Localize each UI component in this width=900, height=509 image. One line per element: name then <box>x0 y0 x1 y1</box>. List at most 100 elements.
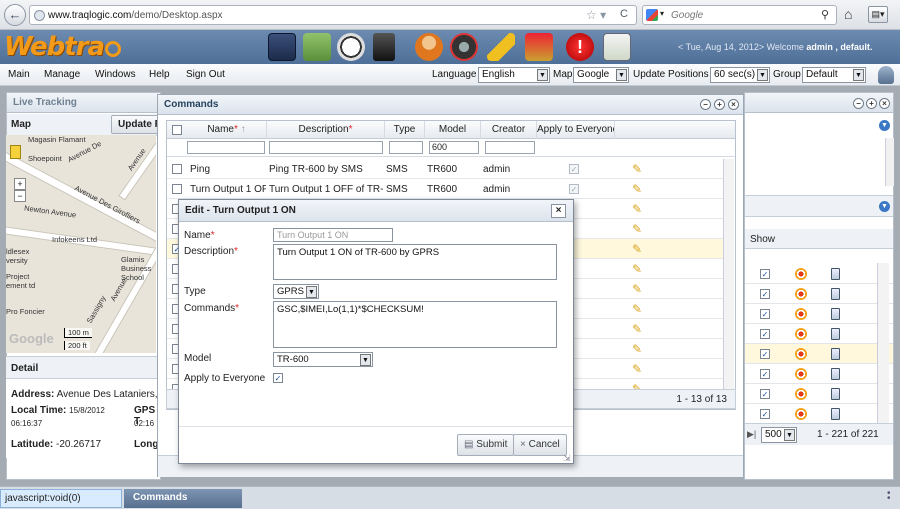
locate-icon[interactable] <box>795 368 807 380</box>
search-icon[interactable]: ⚲ <box>821 8 829 21</box>
minimize-icon[interactable]: − <box>700 99 711 110</box>
model-select[interactable]: TR-600 ▼ <box>273 352 373 367</box>
locate-icon[interactable] <box>795 408 807 420</box>
locate-icon[interactable] <box>795 268 807 280</box>
show-checkbox[interactable]: ✓ <box>760 349 770 359</box>
menu-windows[interactable]: Windows <box>95 69 136 80</box>
address-bar[interactable]: www.traqlogic.com/demo/Desktop.aspx ☆ ▾ … <box>29 5 637 25</box>
search-engine-dropdown-icon[interactable]: ▾ <box>660 9 664 18</box>
show-checkbox[interactable]: ✓ <box>760 329 770 339</box>
collapse-icon[interactable]: ▼ <box>879 201 890 212</box>
edit-pencil-icon[interactable]: ✎ <box>632 322 646 336</box>
report-chart-icon[interactable] <box>603 33 631 61</box>
row-checkbox[interactable] <box>172 184 182 194</box>
close-icon[interactable]: × <box>728 99 739 110</box>
description-input[interactable]: Turn Output 1 ON of TR-600 by GPRS <box>273 244 557 280</box>
close-icon[interactable]: × <box>551 204 566 218</box>
reload-icon[interactable]: C <box>620 8 628 20</box>
scrollbar[interactable] <box>723 159 734 409</box>
more-icon[interactable]: • • <box>887 489 891 504</box>
maximize-icon[interactable]: + <box>714 99 725 110</box>
page-size-select[interactable]: 500 ▼ <box>761 427 797 443</box>
collapse-icon[interactable]: ▼ <box>879 120 890 131</box>
apply-to-everyone-checkbox[interactable]: ✓ <box>273 373 283 383</box>
column-model[interactable]: Model <box>425 121 481 139</box>
steering-wheel-icon[interactable] <box>450 33 478 61</box>
horn-icon[interactable] <box>487 33 515 61</box>
zoom-out-icon[interactable]: − <box>14 190 26 202</box>
group-select[interactable]: Default ▼ <box>802 67 866 83</box>
edit-pencil-icon[interactable]: ✎ <box>632 342 646 356</box>
minimize-icon[interactable]: − <box>853 98 864 109</box>
model-filter-input[interactable]: 600 <box>429 141 479 154</box>
type-filter-input[interactable] <box>389 141 423 154</box>
creator-filter-input[interactable] <box>485 141 535 154</box>
column-apply-to-everyone[interactable]: Apply to Everyone <box>537 121 615 139</box>
edit-pencil-icon[interactable]: ✎ <box>632 262 646 276</box>
select-all-checkbox[interactable] <box>172 125 182 135</box>
locate-icon[interactable] <box>795 388 807 400</box>
send-command-icon[interactable] <box>831 268 840 280</box>
scrollbar[interactable] <box>877 263 889 423</box>
show-checkbox[interactable]: ✓ <box>760 309 770 319</box>
cancel-button[interactable]: × Cancel <box>513 434 567 456</box>
send-command-icon[interactable] <box>831 348 840 360</box>
edit-pencil-icon[interactable]: ✎ <box>632 362 646 376</box>
user-icon[interactable] <box>415 33 443 61</box>
table-row[interactable]: Turn Output 1 OFF Turn Output 1 OFF of T… <box>167 179 727 199</box>
edit-pencil-icon[interactable]: ✎ <box>632 302 646 316</box>
edit-pencil-icon[interactable]: ✎ <box>632 222 646 236</box>
maximize-icon[interactable]: + <box>866 98 877 109</box>
update-positions-button[interactable]: Update P <box>111 115 159 134</box>
column-type[interactable]: Type <box>385 121 425 139</box>
monitor-icon[interactable] <box>268 33 296 61</box>
last-page-icon[interactable]: ▶| <box>747 429 756 440</box>
type-select[interactable]: GPRS ▼ <box>273 284 319 299</box>
edit-pencil-icon[interactable]: ✎ <box>632 202 646 216</box>
show-checkbox[interactable]: ✓ <box>760 409 770 419</box>
map-select[interactable]: Google ▼ <box>573 67 629 83</box>
home-icon[interactable]: ⌂ <box>844 6 852 22</box>
name-filter-input[interactable] <box>187 141 265 154</box>
locate-icon[interactable] <box>795 348 807 360</box>
submit-button[interactable]: ▤ Submit <box>457 434 515 456</box>
locate-icon[interactable] <box>795 308 807 320</box>
back-arrow-icon[interactable]: ← <box>4 4 26 26</box>
commands-input[interactable]: GSC,$IMEI,Lo(1,1)*$CHECKSUM! <box>273 301 557 348</box>
browser-search-input[interactable]: ▾ Google ⚲ <box>642 5 837 25</box>
menu-sign-out[interactable]: Sign Out <box>186 69 225 80</box>
send-command-icon[interactable] <box>831 308 840 320</box>
scrollbar[interactable] <box>885 138 894 186</box>
browser-menu-icon[interactable]: ▤▾ <box>868 6 888 23</box>
name-input[interactable]: Turn Output 1 ON <box>273 228 393 242</box>
menu-main[interactable]: Main <box>8 69 30 80</box>
language-select[interactable]: English ▼ <box>478 67 550 83</box>
resize-handle-icon[interactable]: ⇲ <box>563 453 571 464</box>
locate-icon[interactable] <box>795 288 807 300</box>
zoom-in-icon[interactable]: + <box>14 178 26 190</box>
edit-pencil-icon[interactable]: ✎ <box>632 282 646 296</box>
update-positions-select[interactable]: 60 sec(s) ▼ <box>710 67 770 83</box>
send-command-icon[interactable] <box>831 328 840 340</box>
column-creator[interactable]: Creator <box>481 121 537 139</box>
alert-icon[interactable]: ! <box>566 33 594 61</box>
route-map-icon[interactable] <box>525 33 553 61</box>
table-row[interactable]: Ping Ping TR-600 by SMS SMS TR600 admin … <box>167 159 727 179</box>
menu-manage[interactable]: Manage <box>44 69 80 80</box>
send-command-icon[interactable] <box>831 368 840 380</box>
mobile-device-icon[interactable] <box>373 33 395 61</box>
send-command-icon[interactable] <box>831 408 840 420</box>
show-checkbox[interactable]: ✓ <box>760 389 770 399</box>
account-icon[interactable] <box>878 66 894 84</box>
map-view[interactable]: Magasin Flamant Shoepoint Avenue De Aven… <box>6 135 156 353</box>
edit-pencil-icon[interactable]: ✎ <box>632 242 646 256</box>
bookmark-star-icon[interactable]: ☆ ▾ <box>586 8 606 22</box>
clock-icon[interactable] <box>337 33 365 61</box>
send-command-icon[interactable] <box>831 388 840 400</box>
map-icon[interactable] <box>303 33 331 61</box>
column-description[interactable]: Description* <box>267 121 385 139</box>
pegman-icon[interactable] <box>10 145 21 159</box>
send-command-icon[interactable] <box>831 288 840 300</box>
taskbar-commands-button[interactable]: Commands <box>124 489 242 508</box>
edit-pencil-icon[interactable]: ✎ <box>632 162 646 176</box>
